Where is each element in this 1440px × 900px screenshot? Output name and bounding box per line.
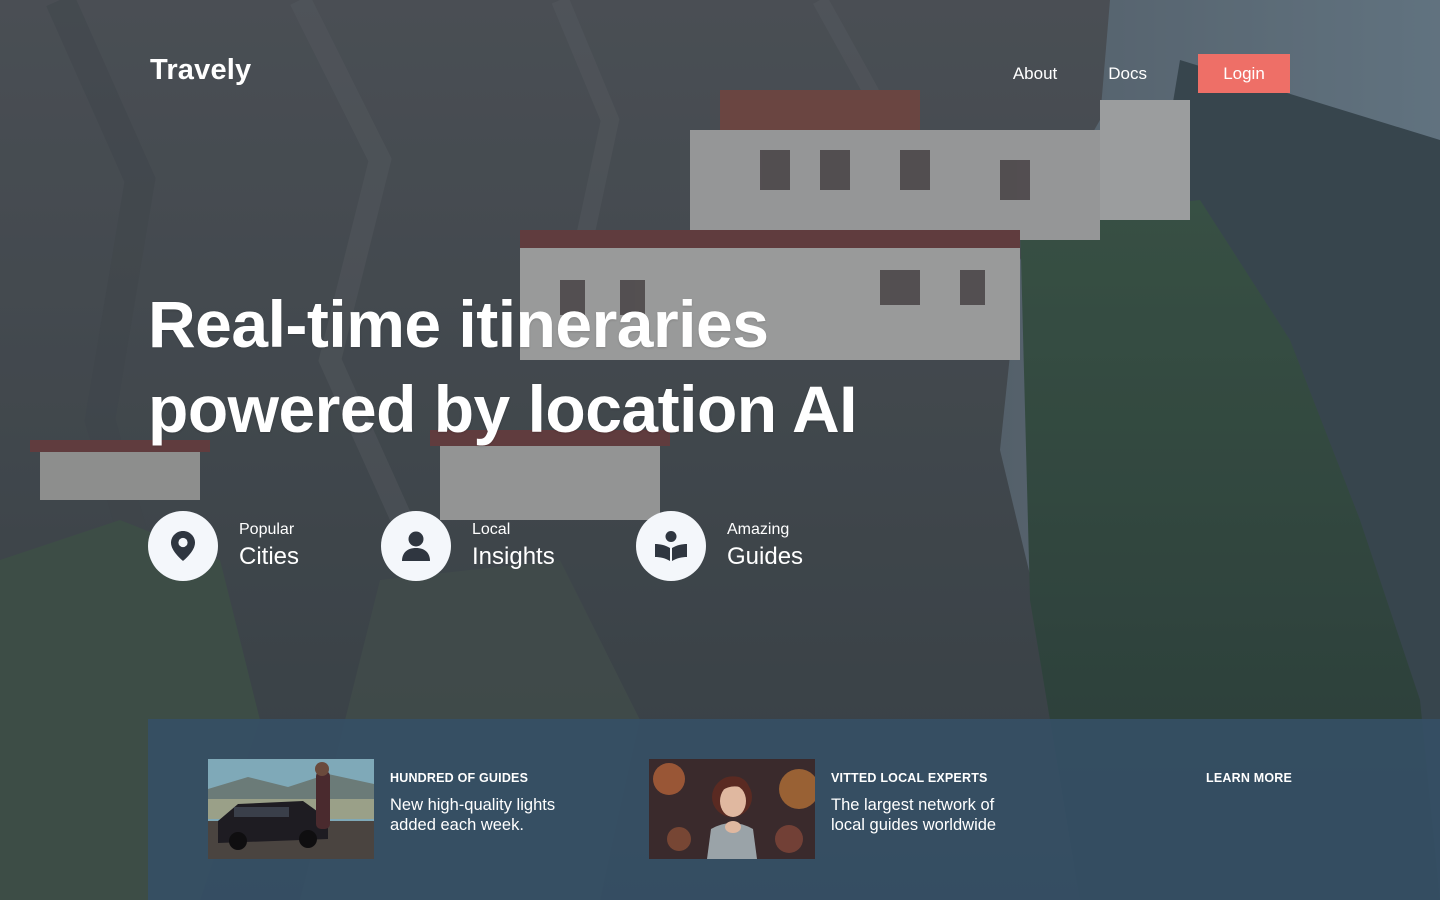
card-title: HUNDRED OF GUIDES <box>390 771 529 785</box>
feature-text: Local Insights <box>472 521 555 572</box>
map-pin-icon <box>148 511 218 581</box>
nav-link-docs[interactable]: Docs <box>1108 64 1147 84</box>
card-title: VITTED LOCAL EXPERTS <box>831 771 988 785</box>
top-nav: About Docs Login <box>1013 54 1290 93</box>
feature-big-label: Guides <box>727 542 804 570</box>
feature-big-label: Cities <box>239 542 300 570</box>
feature-insights[interactable]: Local Insights <box>381 511 555 581</box>
book-reader-icon <box>636 511 706 581</box>
hero-headline-line-1: Real-time itineraries <box>148 287 769 361</box>
card-description: New high-quality lights added each week. <box>390 796 556 834</box>
feature-big-label: Insights <box>472 542 555 570</box>
user-icon <box>381 511 451 581</box>
feature-text: Amazing Guides <box>727 521 803 572</box>
card-thumbnail-portrait <box>649 759 815 859</box>
feature-guides[interactable]: Amazing Guides <box>636 511 803 581</box>
learn-more-link[interactable]: LEARN MORE <box>1206 771 1292 785</box>
feature-small-label: Local <box>472 520 511 538</box>
feature-small-label: Popular <box>239 520 295 538</box>
card-text: VITTED LOCAL EXPERTS The largest network… <box>831 759 1031 859</box>
feature-small-label: Amazing <box>727 520 790 538</box>
card-description: The largest network of local guides worl… <box>831 796 997 834</box>
nav-link-about[interactable]: About <box>1013 64 1057 84</box>
hero-headline-line-2: powered by location AI <box>148 372 857 446</box>
card-text: HUNDRED OF GUIDES New high-quality light… <box>390 759 590 859</box>
card-thumbnail-car <box>208 759 374 859</box>
feature-text: Popular Cities <box>239 521 299 572</box>
card-guides[interactable]: HUNDRED OF GUIDES New high-quality light… <box>208 759 590 859</box>
info-panel: HUNDRED OF GUIDES New high-quality light… <box>148 719 1440 900</box>
brand-logo[interactable]: Travely <box>150 54 251 87</box>
hero-headline: Real-time itineraries powered by locatio… <box>148 282 1048 452</box>
card-experts[interactable]: VITTED LOCAL EXPERTS The largest network… <box>649 759 1031 859</box>
login-button[interactable]: Login <box>1198 54 1290 93</box>
feature-cities[interactable]: Popular Cities <box>148 511 299 581</box>
